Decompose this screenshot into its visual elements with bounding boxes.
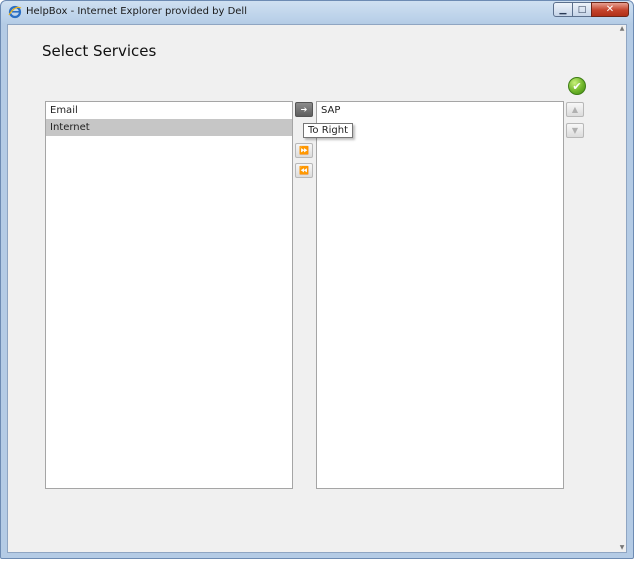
window-title: HelpBox - Internet Explorer provided by … bbox=[26, 6, 247, 17]
scroll-down-icon[interactable]: ▼ bbox=[618, 544, 626, 552]
list-item[interactable]: SAP bbox=[317, 102, 563, 119]
move-up-button[interactable]: ▲ bbox=[566, 102, 584, 117]
available-services-list[interactable]: Email Internet bbox=[45, 101, 293, 489]
to-right-button[interactable]: ➔ bbox=[295, 102, 313, 117]
page-content: Select Services ✔ Email Internet ➔ ⏩ ⏪ S… bbox=[7, 24, 627, 553]
all-right-button[interactable]: ⏩ bbox=[295, 143, 313, 158]
list-item[interactable]: Email bbox=[46, 102, 292, 119]
move-down-button[interactable]: ▼ bbox=[566, 123, 584, 138]
vertical-scrollbar[interactable]: ▲ ▼ bbox=[618, 25, 626, 552]
selected-services-list[interactable]: SAP bbox=[316, 101, 564, 489]
ie-icon bbox=[8, 5, 22, 19]
browser-window: HelpBox - Internet Explorer provided by … bbox=[0, 0, 634, 559]
window-controls: ▁ □ ✕ bbox=[553, 2, 629, 17]
list-item[interactable]: Internet bbox=[46, 119, 292, 136]
title-bar[interactable]: HelpBox - Internet Explorer provided by … bbox=[1, 1, 635, 24]
checkmark-icon[interactable]: ✔ bbox=[568, 77, 586, 95]
page-title: Select Services bbox=[42, 42, 157, 60]
close-button[interactable]: ✕ bbox=[591, 2, 629, 17]
all-left-button[interactable]: ⏪ bbox=[295, 163, 313, 178]
scroll-up-icon[interactable]: ▲ bbox=[618, 25, 626, 33]
to-right-tooltip: To Right bbox=[303, 123, 354, 138]
maximize-button[interactable]: □ bbox=[572, 2, 592, 17]
minimize-button[interactable]: ▁ bbox=[553, 2, 573, 17]
